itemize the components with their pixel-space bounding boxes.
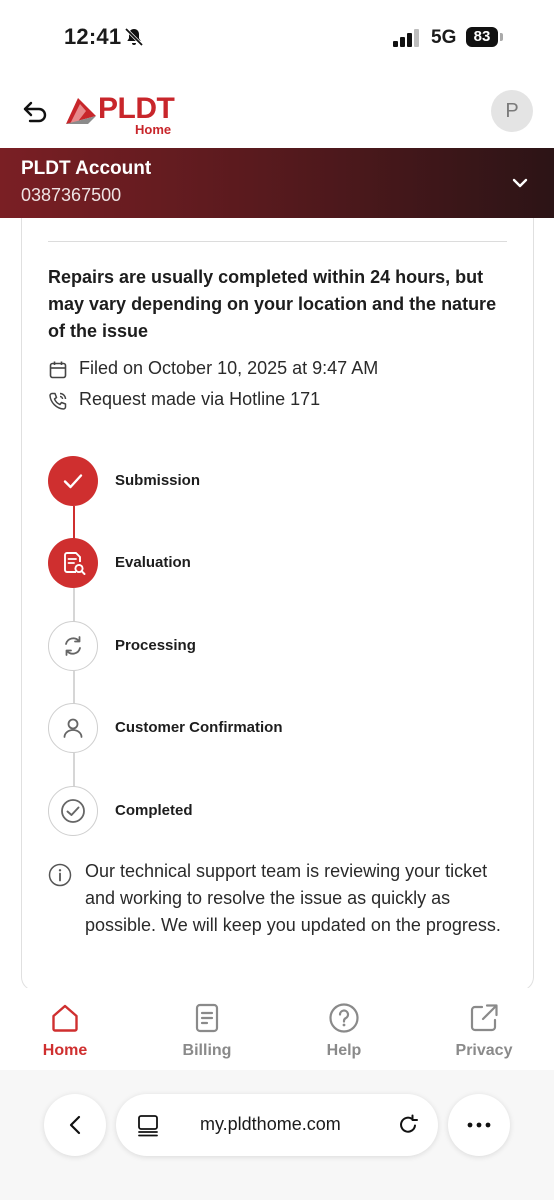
step-submission: Submission: [48, 456, 508, 508]
nav-home[interactable]: Home: [15, 1002, 115, 1064]
nav-billing[interactable]: Billing: [157, 1002, 257, 1064]
step-circle: [48, 703, 98, 753]
step-circle: [48, 621, 98, 671]
connector-pending: [73, 588, 75, 622]
step-label: Submission: [115, 472, 201, 489]
refresh-icon: [65, 636, 81, 656]
billing-icon: [195, 1003, 219, 1033]
reload-icon[interactable]: [396, 1113, 420, 1137]
browser-toolbar: my.pldthome.com: [0, 1070, 554, 1200]
request-channel: Request made via Hotline 171: [79, 389, 321, 409]
nav-help[interactable]: Help: [294, 1002, 394, 1064]
info-icon: [48, 863, 72, 887]
nav-privacy[interactable]: Privacy: [434, 1002, 534, 1064]
phone-icon: [49, 392, 67, 410]
divider: [48, 241, 507, 242]
step-customer-confirmation: Customer Confirmation: [48, 703, 508, 755]
back-icon[interactable]: [20, 96, 52, 128]
document-search-icon: [64, 552, 86, 575]
step-label: Processing: [115, 637, 196, 654]
checkmark-icon: [63, 474, 83, 489]
brand-name: PLDT: [98, 92, 175, 125]
step-processing: Processing: [48, 621, 508, 673]
brand-sub: Home: [135, 122, 172, 137]
step-completed: Completed: [48, 786, 508, 838]
browser-back-button[interactable]: [44, 1094, 106, 1156]
step-circle: [48, 456, 98, 506]
nav-label: Help: [326, 1042, 362, 1059]
pldt-logo-mark-icon: [66, 98, 96, 124]
reader-tabs-icon[interactable]: [136, 1113, 160, 1137]
account-selector[interactable]: PLDT Account 0387367500: [0, 148, 554, 218]
more-icon: [467, 1122, 491, 1128]
nav-label: Billing: [182, 1042, 232, 1059]
step-circle: [48, 538, 98, 588]
progress-tracker: Submission Evaluation Processing Custome…: [48, 456, 508, 846]
step-circle: [48, 786, 98, 836]
chevron-left-icon: [69, 1115, 81, 1135]
step-evaluation: Evaluation: [48, 538, 508, 590]
step-label: Evaluation: [115, 554, 191, 571]
nav-label: Home: [42, 1042, 88, 1059]
calendar-icon: [49, 361, 67, 379]
home-icon: [52, 1004, 78, 1032]
external-link-icon: [470, 1004, 498, 1032]
browser-more-button[interactable]: [448, 1094, 510, 1156]
ticket-card: Repairs are usually completed within 24 …: [21, 218, 534, 991]
status-info-text: Our technical support team is reviewing …: [85, 861, 501, 935]
battery-indicator: 83: [466, 27, 498, 47]
connector-pending: [73, 671, 75, 704]
url-text: my.pldthome.com: [200, 1114, 341, 1134]
account-title: PLDT Account: [21, 158, 152, 179]
help-icon: [329, 1003, 359, 1033]
step-label: Customer Confirmation: [115, 719, 283, 736]
account-number: 0387367500: [21, 185, 122, 205]
user-icon: [63, 718, 83, 738]
pldt-home-logo[interactable]: PLDT Home: [64, 92, 184, 137]
bottom-navigation: Home Billing Help Privacy: [0, 988, 554, 1070]
status-time: 12:41: [64, 24, 122, 49]
chevron-down-icon[interactable]: [509, 172, 531, 194]
connector-done: [73, 506, 75, 539]
check-circle-icon: [61, 799, 85, 823]
status-bar: 12:41 5G 83: [0, 0, 554, 76]
silent-bell-icon: [124, 27, 144, 47]
nav-label: Privacy: [455, 1042, 513, 1059]
battery-cap: [500, 33, 503, 41]
app-header: PLDT Home P: [0, 76, 554, 148]
avatar[interactable]: P: [491, 90, 533, 132]
step-label: Completed: [115, 802, 193, 819]
repair-time-notice: Repairs are usually completed within 24 …: [48, 267, 497, 341]
filed-date: Filed on October 10, 2025 at 9:47 AM: [79, 358, 379, 378]
signal-icon: [393, 29, 419, 47]
network-type: 5G: [431, 27, 457, 48]
connector-pending: [73, 753, 75, 787]
address-bar[interactable]: my.pldthome.com: [116, 1094, 438, 1156]
